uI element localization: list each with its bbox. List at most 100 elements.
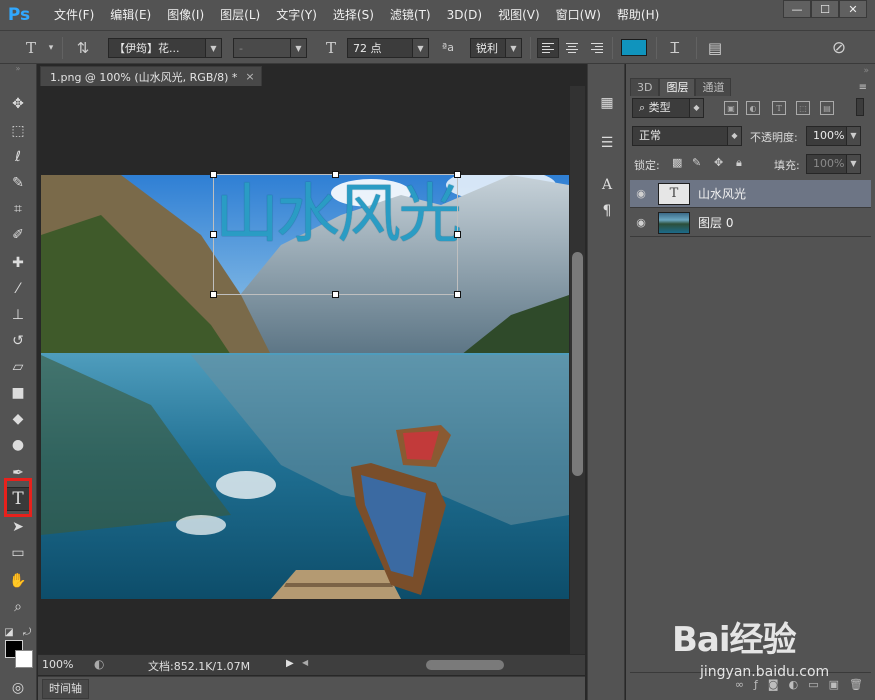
document-tab[interactable]: 1.png @ 100% (山水风光, RGB/8) * × — [40, 66, 262, 86]
transform-handle[interactable] — [210, 291, 217, 298]
text-color-swatch[interactable] — [621, 39, 647, 56]
eyedropper-tool-icon[interactable]: ✐ — [5, 223, 31, 247]
character-panel-icon[interactable]: A — [595, 174, 619, 196]
filter-toggle[interactable] — [856, 98, 864, 116]
layer-filter-dropdown[interactable]: ⌕ 类型 ◆ — [632, 98, 704, 118]
background-color-swatch[interactable] — [15, 650, 33, 668]
font-family-dropdown[interactable]: 【伊筠】花... ▼ — [108, 38, 222, 58]
font-size-value: 72 点 — [353, 42, 382, 55]
lock-transparent-icon[interactable]: ▩ — [672, 156, 682, 169]
crop-tool-icon[interactable]: ⌗ — [5, 197, 31, 221]
eye-icon[interactable]: ◉ — [630, 187, 652, 200]
history-panel-icon[interactable]: ▦ — [595, 92, 619, 114]
menu-layer[interactable]: 图层(L) — [212, 0, 268, 30]
antialias-dropdown[interactable]: 锐利 ▼ — [470, 38, 522, 58]
text-orientation-icon[interactable]: ⇅ — [72, 37, 94, 58]
blend-mode-dropdown[interactable]: 正常 ◆ — [632, 126, 742, 146]
close-button[interactable]: ✕ — [839, 0, 867, 18]
tab-3d[interactable]: 3D — [630, 78, 660, 96]
play-arrow-icon[interactable]: ▶ — [286, 658, 294, 669]
menu-filter[interactable]: 滤镜(T) — [382, 0, 439, 30]
scrollbar-thumb[interactable] — [426, 660, 504, 670]
tab-channels[interactable]: 通道 — [695, 78, 732, 96]
minimize-button[interactable]: — — [783, 0, 811, 18]
menu-select[interactable]: 选择(S) — [325, 0, 382, 30]
move-tool-icon[interactable]: ✥ — [5, 92, 31, 116]
font-size-dropdown[interactable]: 72 点 ▼ — [347, 38, 429, 58]
filter-shape-icon[interactable]: ⬚ — [796, 101, 810, 115]
lasso-tool-icon[interactable]: ℓ — [5, 145, 31, 169]
type-tool-preset-icon[interactable]: T — [20, 37, 42, 58]
menu-type[interactable]: 文字(Y) — [268, 0, 325, 30]
scrollbar-thumb[interactable] — [572, 252, 583, 476]
filter-adjustment-icon[interactable]: ◐ — [746, 101, 760, 115]
filter-text-icon[interactable]: T — [772, 101, 786, 115]
close-icon[interactable]: × — [245, 70, 254, 83]
panel-menu-icon[interactable]: ≡ — [859, 82, 867, 93]
transform-handle[interactable] — [454, 231, 461, 238]
quick-mask-icon[interactable]: ◎ — [5, 676, 31, 700]
warp-text-icon[interactable]: Ꮖ — [664, 37, 686, 58]
menu-help[interactable]: 帮助(H) — [609, 0, 667, 30]
actions-panel-icon[interactable]: ☰ — [595, 132, 619, 154]
align-center-button[interactable] — [561, 38, 583, 58]
transform-handle[interactable] — [454, 291, 461, 298]
paragraph-panel-icon[interactable]: ¶ — [595, 200, 619, 222]
opacity-field[interactable]: 100% ▼ — [806, 126, 861, 146]
align-left-button[interactable] — [537, 38, 559, 58]
zoom-tool-icon[interactable]: ⌕ — [5, 595, 31, 619]
text-bounding-box[interactable] — [210, 171, 461, 298]
panel-grip-icon[interactable]: » — [0, 64, 36, 74]
chevron-down-icon[interactable]: ▾ — [40, 37, 62, 58]
panel-collapse-icon[interactable]: » — [863, 66, 869, 76]
menu-window[interactable]: 窗口(W) — [548, 0, 609, 30]
lock-position-icon[interactable]: ✥ — [714, 156, 723, 169]
tab-layers[interactable]: 图层 — [659, 78, 696, 96]
lock-image-icon[interactable]: ✎ — [692, 156, 701, 169]
eye-icon[interactable]: ◉ — [630, 216, 652, 229]
transform-handle[interactable] — [210, 231, 217, 238]
menu-3d[interactable]: 3D(D) — [439, 0, 490, 30]
menu-file[interactable]: 文件(F) — [46, 0, 102, 30]
status-menu-icon[interactable]: ◐ — [94, 657, 104, 671]
filter-pixel-icon[interactable]: ▣ — [724, 101, 738, 115]
lock-all-icon[interactable]: 🔒︎ — [736, 156, 742, 170]
history-brush-tool-icon[interactable]: ↺ — [5, 329, 31, 353]
maximize-button[interactable]: ☐ — [811, 0, 839, 18]
antialias-value: 锐利 — [476, 42, 498, 55]
fill-label: 填充: — [774, 159, 800, 172]
menu-view[interactable]: 视图(V) — [490, 0, 548, 30]
align-right-button[interactable] — [585, 38, 607, 58]
timeline-tab[interactable]: 时间轴 — [42, 679, 89, 699]
layer-row-text[interactable]: ◉ T 山水风光 — [630, 180, 871, 208]
blur-tool-icon[interactable]: ◆ — [5, 407, 31, 431]
filter-smart-object-icon[interactable]: ▤ — [820, 101, 834, 115]
rectangle-tool-icon[interactable]: ▭ — [5, 541, 31, 565]
vertical-scrollbar[interactable] — [570, 86, 585, 654]
brush-tool-icon[interactable]: ⁄ — [5, 277, 31, 301]
horizontal-scrollbar[interactable] — [338, 659, 608, 671]
transform-handle[interactable] — [332, 291, 339, 298]
path-selection-tool-icon[interactable]: ➤ — [5, 515, 31, 539]
hand-tool-icon[interactable]: ✋ — [5, 569, 31, 593]
menu-image[interactable]: 图像(I) — [159, 0, 212, 30]
character-panel-icon[interactable]: ▤ — [704, 37, 726, 58]
gradient-tool-icon[interactable]: ■ — [5, 381, 31, 405]
marquee-tool-icon[interactable]: ⬚ — [5, 119, 31, 143]
fill-field[interactable]: 100% ▼ — [806, 154, 861, 174]
layer-row-image[interactable]: ◉ 图层 0 — [630, 209, 871, 237]
eraser-tool-icon[interactable]: ▱ — [5, 355, 31, 379]
healing-brush-tool-icon[interactable]: ✚ — [5, 251, 31, 275]
transform-handle[interactable] — [332, 171, 339, 178]
font-style-dropdown[interactable]: - ▼ — [233, 38, 307, 58]
opacity-value: 100% — [813, 129, 845, 142]
menu-edit[interactable]: 编辑(E) — [102, 0, 159, 30]
chevron-left-icon[interactable]: ◀ — [302, 658, 308, 667]
dodge-tool-icon[interactable]: ● — [5, 433, 31, 457]
clone-stamp-tool-icon[interactable]: ⊥ — [5, 303, 31, 327]
zoom-level[interactable]: 100% — [42, 658, 73, 671]
quick-select-tool-icon[interactable]: ✎ — [5, 171, 31, 195]
transform-handle[interactable] — [210, 171, 217, 178]
transform-handle[interactable] — [454, 171, 461, 178]
cancel-icon[interactable]: ⊘ — [828, 37, 850, 58]
